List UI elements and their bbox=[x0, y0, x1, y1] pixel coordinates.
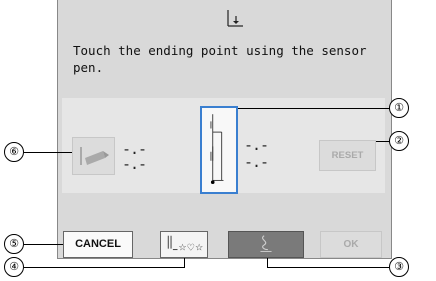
stitch-pattern-icon: ☆♡☆ bbox=[167, 235, 203, 254]
callout-1: ① bbox=[389, 98, 409, 118]
callout-line-5 bbox=[24, 244, 63, 245]
callout-2: ② bbox=[389, 131, 409, 151]
callout-line-6 bbox=[24, 152, 72, 153]
callout-line-3 bbox=[267, 267, 389, 268]
left-value-bottom: -.- bbox=[122, 155, 147, 173]
needle-down-icon bbox=[227, 10, 243, 27]
instruction-text: Touch the ending point using the sensor … bbox=[73, 43, 367, 75]
angle-button[interactable] bbox=[72, 137, 115, 175]
needle-guide-icon bbox=[210, 114, 224, 184]
callout-5: ⑤ bbox=[4, 234, 24, 254]
sensor-pen-icon bbox=[260, 235, 272, 252]
ok-button[interactable]: OK bbox=[320, 231, 382, 258]
callout-line-1 bbox=[238, 108, 390, 109]
svg-text:☆♡☆: ☆♡☆ bbox=[178, 243, 203, 254]
callout-line-2 bbox=[376, 141, 390, 142]
sensor-pen-button[interactable] bbox=[228, 231, 304, 258]
callout-4: ④ bbox=[4, 257, 24, 277]
reset-button[interactable]: RESET bbox=[319, 140, 376, 171]
pattern-button[interactable]: ☆♡☆ bbox=[160, 231, 208, 258]
callout-6: ⑥ bbox=[4, 142, 24, 162]
callout-3: ③ bbox=[389, 257, 409, 277]
right-value-top: -.- bbox=[244, 136, 269, 154]
needle-position-indicator bbox=[200, 106, 238, 194]
right-value-bottom: -.- bbox=[244, 153, 269, 171]
cancel-button[interactable]: CANCEL bbox=[63, 231, 133, 258]
callout-line-4v bbox=[184, 258, 185, 268]
callout-line-4 bbox=[24, 267, 184, 268]
angle-stitch-icon bbox=[80, 147, 109, 165]
